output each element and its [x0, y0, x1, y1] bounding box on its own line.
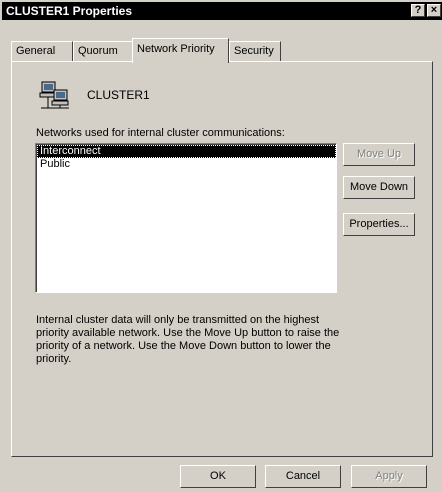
- tab-security[interactable]: Security: [229, 41, 281, 61]
- ok-button[interactable]: OK: [180, 465, 256, 488]
- cancel-button[interactable]: Cancel: [265, 465, 341, 488]
- tab-quorum-label: Quorum: [78, 45, 118, 57]
- tab-network-priority-label: Network Priority: [137, 43, 215, 55]
- tab-general-label: General: [16, 45, 56, 57]
- window-title: CLUSTER1 Properties: [6, 4, 133, 18]
- properties-window: CLUSTER1 Properties ? × General Quorum N…: [0, 0, 442, 492]
- title-bar[interactable]: CLUSTER1 Properties ? ×: [2, 2, 442, 20]
- apply-button[interactable]: Apply: [351, 465, 427, 488]
- close-button[interactable]: ×: [427, 4, 441, 17]
- tab-panel: [11, 61, 433, 457]
- tab-network-priority[interactable]: Network Priority: [132, 38, 229, 63]
- tab-security-label: Security: [234, 45, 274, 57]
- tab-quorum[interactable]: Quorum: [73, 41, 133, 61]
- help-button[interactable]: ?: [411, 4, 425, 17]
- tab-general[interactable]: General: [11, 41, 73, 61]
